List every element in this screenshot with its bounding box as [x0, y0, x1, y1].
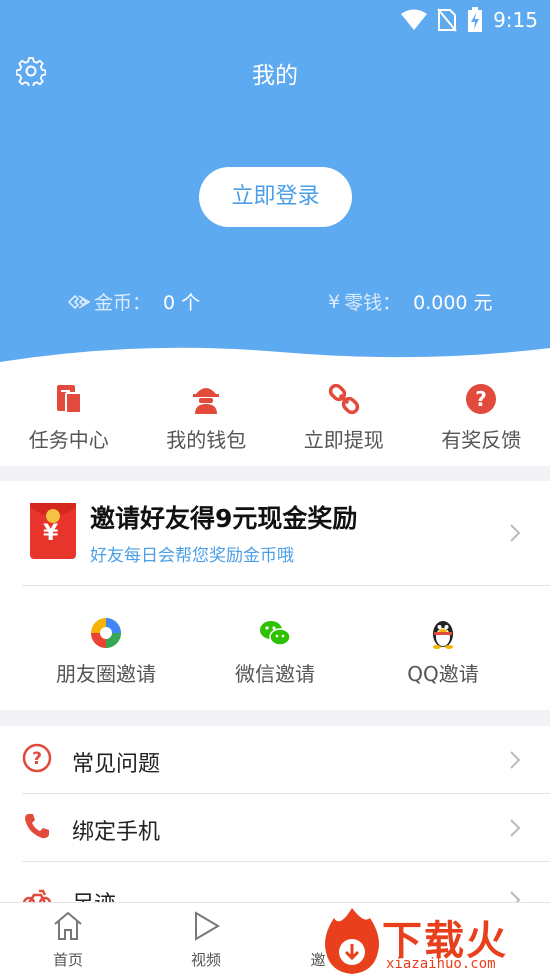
profile-header: 我的 立即登录 金币： 0 个 ¥ 零钱： 0.000 元 [0, 40, 550, 370]
red-packet-symbol: ¥ [43, 521, 59, 546]
coins-label: 金币： [94, 292, 152, 314]
coin-diamond-icon [68, 294, 90, 309]
status-time: 9:15 [493, 8, 538, 32]
invite-banner[interactable]: ¥ 邀请好友得9元现金奖励 好友每日会帮您奖励金币哦 [0, 481, 550, 585]
question-circle-icon: ? [466, 384, 497, 414]
share-moments-label: 朋友圈邀请 [56, 662, 156, 686]
task-clipboard-icon [56, 385, 82, 414]
cash-value: 0.000 元 [413, 292, 493, 314]
nav-home[interactable]: 首页 [28, 909, 108, 970]
cash-balance: ¥ 零钱： 0.000 元 [328, 288, 493, 315]
link-chain-icon [328, 383, 359, 415]
quick-my-wallet-label: 我的钱包 [166, 428, 247, 452]
share-qq[interactable]: QQ邀请 [373, 616, 513, 687]
quick-withdraw-label: 立即提现 [303, 428, 384, 452]
nav-video[interactable]: 视频 [166, 909, 246, 970]
flame-logo-icon [325, 908, 379, 974]
phone-icon [25, 814, 49, 839]
page-title: 我的 [252, 63, 298, 89]
menu-bind-phone[interactable]: 绑定手机 [0, 794, 550, 862]
menu-divider [22, 861, 550, 862]
svg-text:?: ? [475, 387, 487, 411]
menu-list: ? 常见问题 绑定手机 足迹 [0, 726, 550, 902]
quick-task-center-label: 任务中心 [28, 428, 109, 452]
coins-balance: 金币： 0 个 [68, 288, 200, 315]
menu-footprint[interactable]: 足迹 [0, 866, 550, 902]
svg-text:?: ? [32, 749, 42, 769]
moments-aperture-icon [91, 618, 121, 648]
chevron-right-icon [510, 891, 521, 902]
quick-withdraw[interactable]: 立即提现 [275, 370, 413, 466]
quick-actions: 任务中心 我的钱包 立即提现 ? 有奖反馈 [0, 370, 550, 466]
quick-my-wallet[interactable]: 我的钱包 [138, 370, 276, 466]
share-row: 朋友圈邀请 微信邀请 QQ邀请 [0, 586, 550, 710]
share-wechat[interactable]: 微信邀请 [205, 616, 345, 687]
header-wave [0, 347, 550, 370]
question-circle-outline-icon: ? [22, 743, 52, 773]
watermark-sub: xiazaihuo.com [386, 956, 496, 972]
login-button[interactable]: 立即登录 [199, 167, 352, 227]
invite-subtitle: 好友每日会帮您奖励金币哦 [90, 546, 294, 566]
quick-task-center[interactable]: 任务中心 [0, 370, 138, 466]
no-sim-icon [437, 8, 457, 32]
chevron-right-icon [510, 524, 521, 542]
qq-penguin-icon [433, 621, 453, 649]
share-moments[interactable]: 朋友圈邀请 [36, 616, 176, 687]
coins-value: 0 个 [163, 292, 201, 314]
watermark: 下载火 xiazaihuo.com [320, 906, 544, 976]
share-wechat-label: 微信邀请 [235, 662, 315, 686]
nav-home-label: 首页 [52, 951, 83, 969]
wallet-agent-icon [193, 388, 220, 414]
share-qq-label: QQ邀请 [407, 662, 479, 686]
menu-faq-label: 常见问题 [72, 752, 161, 777]
chevron-right-icon [510, 819, 521, 837]
quick-feedback-label: 有奖反馈 [441, 428, 522, 452]
invite-card: ¥ 邀请好友得9元现金奖励 好友每日会帮您奖励金币哦 朋友圈邀请 微信邀请 QQ… [0, 481, 550, 710]
battery-charging-icon [468, 7, 483, 32]
menu-footprint-label: 足迹 [72, 886, 116, 902]
status-icons: 9:15 [401, 6, 538, 34]
wifi-icon [401, 9, 428, 30]
balance-row: 金币： 0 个 ¥ 零钱： 0.000 元 [0, 288, 550, 318]
menu-faq[interactable]: ? 常见问题 [0, 726, 550, 794]
status-bar: 9:15 [0, 0, 550, 40]
yen-icon: ¥ [328, 290, 341, 313]
menu-bind-phone-label: 绑定手机 [72, 820, 161, 845]
quick-feedback[interactable]: ? 有奖反馈 [413, 370, 550, 466]
play-icon [195, 911, 220, 941]
chevron-right-icon [510, 751, 521, 769]
home-icon [54, 911, 82, 940]
nav-video-label: 视频 [190, 951, 221, 969]
invite-title: 邀请好友得9元现金奖励 [90, 504, 358, 533]
wechat-icon [260, 621, 291, 646]
motorcycle-icon [22, 889, 52, 902]
cash-label: 零钱： [344, 292, 402, 314]
